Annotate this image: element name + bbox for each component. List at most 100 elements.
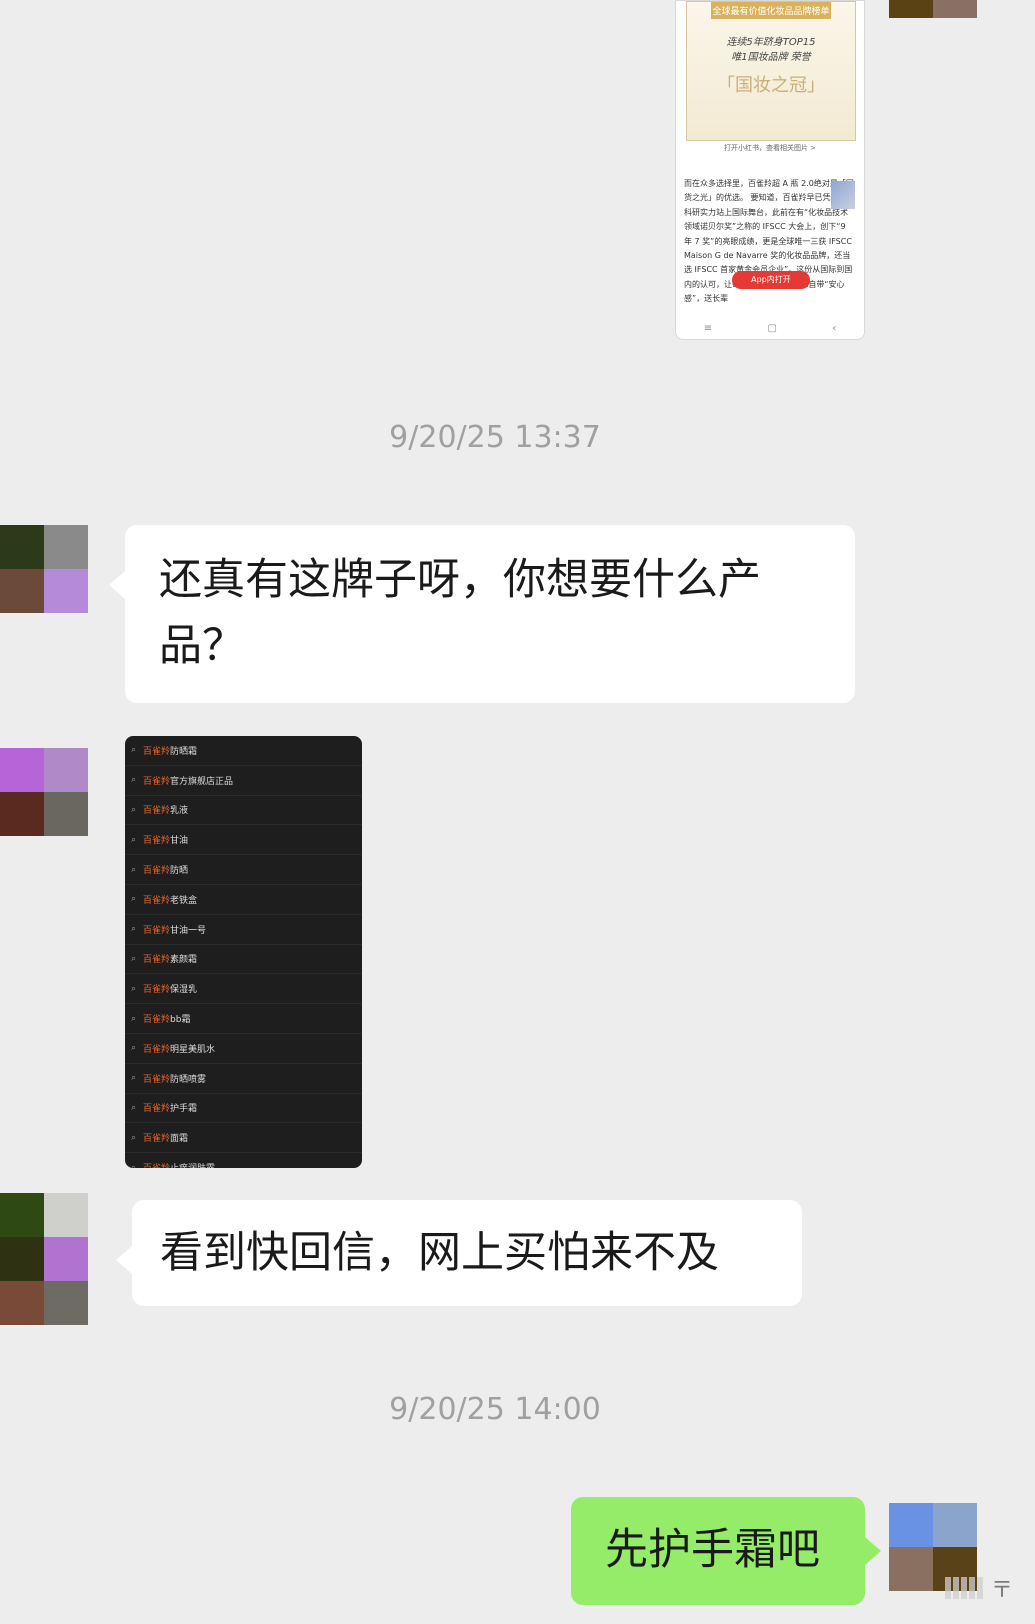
search-suggestion-row[interactable]: ⌕ 百雀羚 护手霜 xyxy=(125,1094,362,1124)
article-thumbnail xyxy=(831,181,855,209)
avatar-self-top[interactable] xyxy=(889,0,977,18)
suggestion-term: 面霜 xyxy=(170,1134,189,1145)
suggestion-brand: 百雀羚 xyxy=(143,866,171,877)
avatar-contact[interactable] xyxy=(0,525,88,613)
avatar-tile xyxy=(44,1193,88,1237)
avatar-tile xyxy=(0,748,44,792)
avatar-tile xyxy=(889,1503,933,1547)
search-suggestion-row[interactable]: ⌕ 百雀羚 面霜 xyxy=(125,1123,362,1154)
watermark-bar xyxy=(960,1577,967,1599)
search-suggestions-image[interactable]: ⌕ 百雀羚 防晒霜 ⌕ 百雀羚 官方旗舰店正品 ⌕ 百雀羚 乳液 ⌕ 百雀羚 甘油 ⌕ 百雀羚 防晒 ⌕ 百雀羚… xyxy=(125,736,362,1168)
watermark-bar xyxy=(968,1577,975,1599)
avatar-tile xyxy=(0,792,44,836)
avatar-tile xyxy=(0,1281,44,1325)
suggestion-term: 防晒霜 xyxy=(170,746,198,757)
search-icon: ⌕ xyxy=(131,864,137,875)
suggestion-brand: 百雀羚 xyxy=(143,1134,171,1145)
shared-screenshot-image[interactable]: 全球最有价值化妆品品牌榜单 连续5年跻身TOP15 唯1国妆品牌 荣誉 「国妆之… xyxy=(675,0,865,340)
search-icon: ⌕ xyxy=(131,775,137,786)
avatar-tile xyxy=(44,792,88,836)
search-suggestion-row[interactable]: ⌕ 百雀羚 明星美肌水 xyxy=(125,1034,362,1064)
search-icon: ⌕ xyxy=(131,804,137,815)
avatar-contact[interactable] xyxy=(0,1193,88,1325)
timestamp: 9/20/25 13:37 xyxy=(389,420,601,455)
search-icon: ⌕ xyxy=(131,1013,137,1024)
suggestion-term: 官方旗舰店正品 xyxy=(170,776,234,787)
search-suggestion-row[interactable]: ⌕ 百雀羚 防晒 xyxy=(125,855,362,885)
avatar-tile xyxy=(0,1193,44,1237)
article-poster: 全球最有价值化妆品品牌榜单 连续5年跻身TOP15 唯1国妆品牌 荣誉 「国妆之… xyxy=(686,1,856,141)
avatar-tile xyxy=(44,1281,88,1325)
search-suggestion-row[interactable]: ⌕ 百雀羚止痒润肤露 xyxy=(125,1153,362,1168)
suggestion-term: 明星美肌水 xyxy=(170,1044,216,1055)
watermark: 〒 xyxy=(833,1574,1013,1603)
search-icon: ⌕ xyxy=(131,834,137,845)
search-icon: ⌕ xyxy=(131,1043,137,1054)
suggestion-brand: 百雀羚 xyxy=(143,985,171,996)
avatar-tile xyxy=(889,0,933,18)
search-suggestion-row[interactable]: ⌕ 百雀羚 素颜霜 xyxy=(125,945,362,975)
avatar-tile xyxy=(44,525,88,569)
poster-caption: 打开小红书，查看相关图片 > xyxy=(723,144,817,152)
avatar-tile xyxy=(0,569,44,613)
search-suggestion-row[interactable]: ⌕ 百雀羚 防晒喷雾 xyxy=(125,1064,362,1094)
suggestion-brand: 百雀羚 xyxy=(143,925,171,936)
message-text: 还真有这牌子呀，你想要什么产品？ xyxy=(159,555,761,671)
suggestion-term: 护手霜 xyxy=(170,1104,198,1115)
message-text: 先护手霜吧 xyxy=(605,1525,820,1575)
search-icon: ⌕ xyxy=(131,1102,137,1113)
phone-nav-bar: ≡ ▢ ‹ xyxy=(676,317,864,339)
message-bubble-sent[interactable]: 先护手霜吧 xyxy=(571,1497,881,1605)
home-icon: ▢ xyxy=(767,322,777,334)
search-icon: ⌕ xyxy=(131,953,137,964)
poster-line: 连续5年跻身TOP15 xyxy=(726,37,816,48)
suggestion-brand: 百雀羚 xyxy=(143,955,171,966)
search-suggestion-row[interactable]: ⌕ 百雀羚 保湿乳 xyxy=(125,974,362,1005)
poster-title: 「国妆之冠」 xyxy=(717,75,825,96)
search-suggestion-row[interactable]: ⌕ 百雀羚 乳液 xyxy=(125,796,362,826)
suggestion-term: 甘油 xyxy=(170,836,189,847)
search-icon: ⌕ xyxy=(131,983,137,994)
suggestion-brand: 百雀羚 xyxy=(143,776,171,787)
avatar-tile xyxy=(0,525,44,569)
suggestion-brand: 百雀羚 xyxy=(143,806,171,817)
suggestion-term: bb霜 xyxy=(170,1015,191,1026)
poster-banner: 全球最有价值化妆品品牌榜单 xyxy=(711,2,831,19)
search-suggestion-row[interactable]: ⌕ 百雀羚 防晒霜 xyxy=(125,736,362,766)
poster-line: 唯1国妆品牌 荣誉 xyxy=(731,52,811,63)
suggestion-brand: 百雀羚 xyxy=(143,1161,170,1168)
watermark-bar xyxy=(976,1577,983,1599)
search-icon: ⌕ xyxy=(131,1132,137,1143)
suggestion-term: 乳液 xyxy=(170,806,189,817)
suggestion-term: 保湿乳 xyxy=(170,985,198,996)
search-suggestion-row[interactable]: ⌕ 百雀羚 bb霜 xyxy=(125,1004,362,1034)
suggestion-term: 防晒 xyxy=(170,866,189,877)
search-icon: ⌕ xyxy=(131,894,137,905)
search-suggestion-row[interactable]: ⌕ 百雀羚 老铁盒 xyxy=(125,885,362,915)
avatar-tile xyxy=(44,748,88,792)
avatar-tile xyxy=(44,569,88,613)
avatar-tile xyxy=(933,0,977,18)
timestamp: 9/20/25 14:00 xyxy=(389,1392,601,1427)
avatar-contact[interactable] xyxy=(0,748,88,836)
suggestion-brand: 百雀羚 xyxy=(143,1104,171,1115)
open-in-app-button[interactable]: App内打开 xyxy=(732,271,810,289)
suggestion-brand: 百雀羚 xyxy=(143,1074,171,1085)
suggestion-term: 防晒喷雾 xyxy=(170,1074,207,1085)
suggestion-brand: 百雀羚 xyxy=(143,1015,171,1026)
menu-icon: ≡ xyxy=(703,322,713,334)
message-bubble-received[interactable]: 还真有这牌子呀，你想要什么产品？ xyxy=(109,525,855,703)
suggestion-term: 止痒润肤露 xyxy=(170,1161,215,1168)
suggestion-term: 素颜霜 xyxy=(170,955,198,966)
search-suggestion-row[interactable]: ⌕ 百雀羚 官方旗舰店正品 xyxy=(125,766,362,796)
avatar-tile xyxy=(44,1237,88,1281)
suggestion-term: 老铁盒 xyxy=(170,895,198,906)
search-suggestion-row[interactable]: ⌕ 百雀羚 甘油 xyxy=(125,825,362,856)
avatar-tile xyxy=(0,1237,44,1281)
search-icon: ⌕ xyxy=(131,1073,137,1084)
search-icon: ⌕ xyxy=(131,745,137,756)
search-suggestion-row[interactable]: ⌕ 百雀羚 甘油一号 xyxy=(125,915,362,945)
watermark-bar xyxy=(944,1577,951,1599)
message-bubble-received[interactable]: 看到快回信，网上买怕来不及 xyxy=(116,1200,802,1306)
avatar-tile xyxy=(933,1503,977,1547)
